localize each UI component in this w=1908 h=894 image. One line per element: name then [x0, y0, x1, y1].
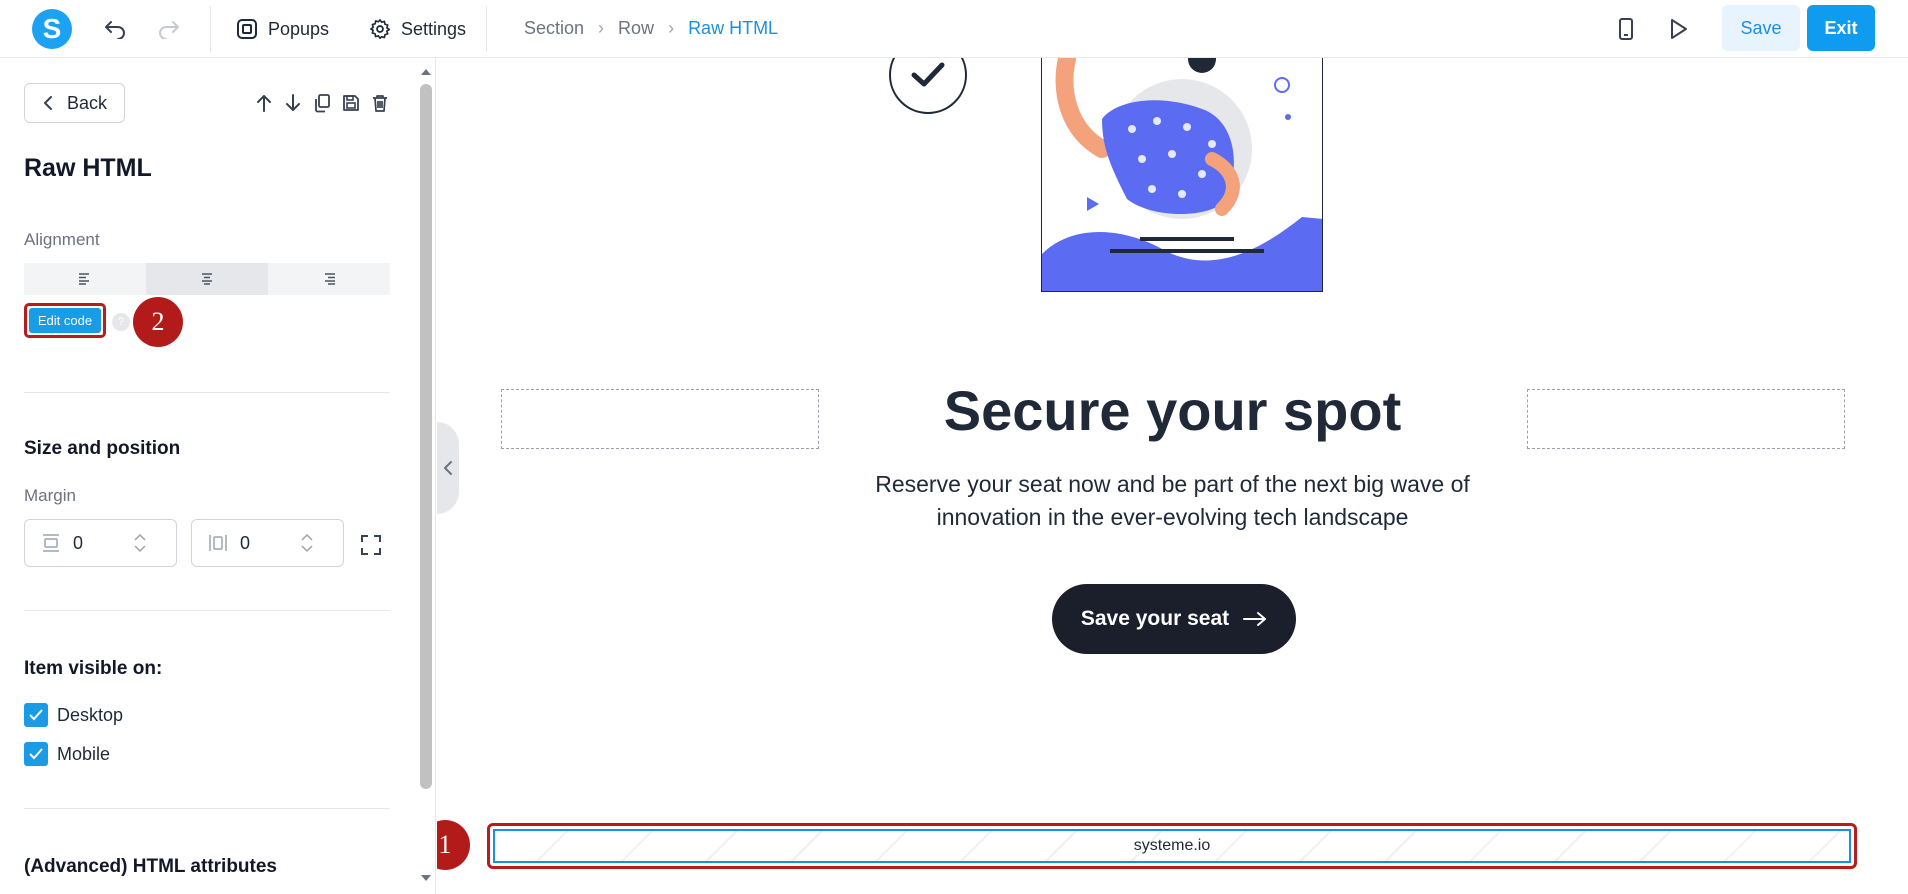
align-right-icon[interactable] — [268, 263, 390, 295]
mobile-label: Mobile — [57, 744, 111, 764]
desktop-label: Desktop — [57, 705, 124, 725]
back-button[interactable]: Back — [24, 83, 125, 123]
checkmark-icon — [29, 748, 43, 760]
footer-text: systeme.io — [1133, 837, 1211, 854]
help-icon[interactable]: ? — [112, 313, 130, 331]
checkmark-icon — [29, 709, 43, 721]
settings-button[interactable]: Settings — [369, 14, 466, 44]
alignment-selector — [24, 263, 390, 295]
expand-icon[interactable] — [360, 534, 382, 561]
margin-horizontal-icon — [209, 535, 227, 551]
visible-on-title: Item visible on: — [24, 658, 163, 679]
page-canvas: Secure your spot Reserve your seat now a… — [437, 58, 1908, 894]
cta-label: Save your seat — [1080, 607, 1230, 630]
gear-icon — [370, 19, 391, 39]
margin-vertical-icon — [43, 534, 59, 552]
edit-code-button[interactable]: Edit code — [24, 303, 106, 338]
checkmark-circle-icon — [889, 58, 967, 114]
chevron-right-icon: › — [668, 18, 675, 38]
margin-vertical-value: 0 — [73, 532, 84, 553]
arrow-down-icon[interactable] — [283, 92, 303, 114]
chevron-right-icon: › — [598, 18, 605, 38]
toolbar-divider — [486, 6, 487, 52]
margin-label: Margin — [24, 486, 76, 505]
save-icon[interactable] — [341, 92, 361, 114]
raw-html-element[interactable]: systeme.io — [493, 829, 1851, 863]
size-position-title: Size and position — [24, 438, 181, 459]
redo-icon[interactable] — [154, 14, 184, 44]
panel-title: Raw HTML — [24, 154, 152, 182]
back-label: Back — [67, 92, 108, 113]
annotation-badge-2: 2 — [133, 297, 183, 347]
margin-vertical-input[interactable]: 0 — [24, 519, 177, 567]
logo-letter: S — [42, 13, 62, 44]
toolbar-divider — [210, 6, 211, 52]
save-label: Save — [1740, 17, 1782, 38]
subheadline-line-1: Reserve your seat now and be part of the… — [875, 471, 1470, 497]
trash-icon[interactable] — [370, 92, 390, 114]
popups-button[interactable]: Popups — [236, 14, 329, 44]
scroll-up-icon[interactable] — [420, 68, 432, 76]
margin-horizontal-input[interactable]: 0 — [191, 519, 344, 567]
arrow-right-icon — [1243, 612, 1267, 626]
settings-sidebar: Back Raw HTML Alignment Edit code ? 2 Si… — [0, 58, 436, 894]
divider — [24, 610, 390, 611]
copy-icon[interactable] — [312, 92, 332, 114]
top-toolbar: S Popups Settings Section › Row › Raw HT… — [0, 0, 1908, 58]
popups-icon — [237, 19, 257, 39]
mobile-checkbox[interactable] — [24, 742, 48, 766]
exit-button[interactable]: Exit — [1807, 5, 1875, 51]
play-icon[interactable] — [1663, 14, 1693, 44]
settings-label: Settings — [401, 18, 467, 39]
hero-illustration — [1041, 58, 1323, 292]
align-left-icon[interactable] — [24, 263, 146, 295]
scroll-down-icon[interactable] — [420, 874, 432, 882]
divider — [24, 392, 390, 393]
divider — [24, 808, 390, 809]
edit-code-label: Edit code — [29, 308, 101, 333]
alignment-label: Alignment — [24, 230, 100, 249]
sidebar-scroll-thumb[interactable] — [420, 84, 432, 789]
raw-html-element-highlight[interactable]: systeme.io — [487, 823, 1857, 869]
exit-label: Exit — [1824, 17, 1858, 38]
breadcrumb-section[interactable]: Section — [524, 18, 584, 39]
help-label: ? — [117, 316, 125, 328]
save-button[interactable]: Save — [1722, 5, 1800, 51]
systeme-logo[interactable]: S — [32, 9, 72, 49]
save-your-seat-button[interactable]: Save your seat — [1052, 584, 1296, 654]
stepper-icon[interactable] — [300, 532, 314, 554]
annotation-badge-1: 1 — [437, 820, 470, 870]
breadcrumb-raw-html[interactable]: Raw HTML — [688, 18, 778, 39]
stepper-icon[interactable] — [133, 532, 147, 554]
subheadline-line-2: innovation in the ever-evolving tech lan… — [936, 504, 1409, 530]
popups-label: Popups — [268, 18, 330, 39]
undo-icon[interactable] — [100, 14, 130, 44]
subheadline[interactable]: Reserve your seat now and be part of the… — [437, 468, 1908, 534]
element-actions — [254, 92, 390, 114]
advanced-attributes-title: (Advanced) HTML attributes — [24, 856, 278, 877]
align-center-icon[interactable] — [146, 263, 268, 295]
breadcrumb-row[interactable]: Row — [618, 18, 654, 39]
desktop-checkbox[interactable] — [24, 703, 48, 727]
margin-horizontal-value: 0 — [240, 532, 251, 553]
arrow-up-icon[interactable] — [254, 92, 274, 114]
chevron-left-icon — [44, 96, 52, 110]
headline[interactable]: Secure your spot — [437, 378, 1908, 443]
breadcrumb: Section › Row › Raw HTML — [524, 18, 778, 39]
mobile-preview-icon[interactable] — [1611, 14, 1641, 44]
